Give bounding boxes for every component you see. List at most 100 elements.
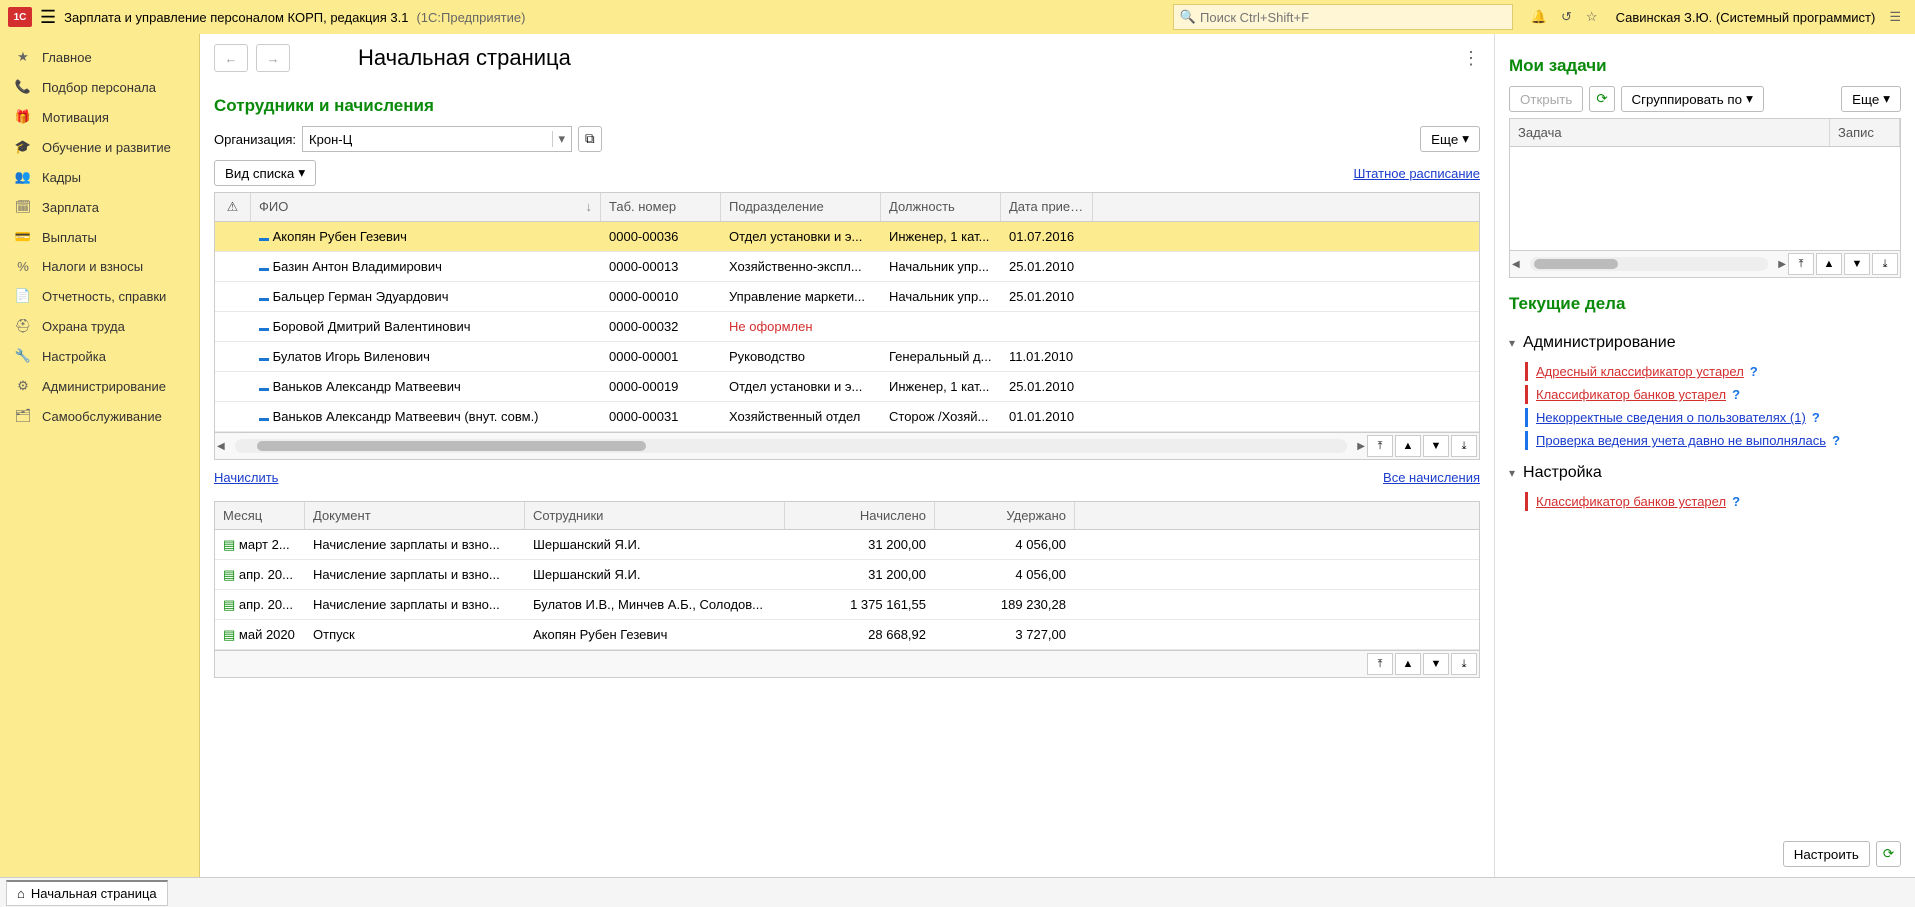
bell-icon[interactable]: 🔔	[1531, 9, 1547, 25]
todo-category[interactable]: ▾Администрирование	[1509, 334, 1901, 352]
all-accruals-link[interactable]: Все начисления	[1383, 470, 1480, 485]
sidebar-item[interactable]: ⛑Охрана труда	[0, 311, 199, 341]
col-warn[interactable]: ⚠	[215, 193, 251, 221]
cell-tab: 0000-00013	[601, 255, 721, 278]
sidebar-item[interactable]: %Налоги и взносы	[0, 252, 199, 281]
table-row[interactable]: ▤ апр. 20...Начисление зарплаты и взно..…	[215, 590, 1479, 620]
user-label[interactable]: Савинская З.Ю. (Системный программист)	[1616, 10, 1876, 25]
nav-down-button[interactable]: ▼	[1423, 653, 1449, 675]
sidebar-item[interactable]: 📞Подбор персонала	[0, 72, 199, 102]
view-mode-button[interactable]: Вид списка ▾	[214, 160, 316, 186]
doc-icon: ▤	[223, 567, 235, 582]
group-by-button[interactable]: Сгруппировать по ▾	[1621, 86, 1764, 112]
table-row[interactable]: ▬ Боровой Дмитрий Валентинович0000-00032…	[215, 312, 1479, 342]
nav-up-button[interactable]: ▲	[1395, 435, 1421, 457]
search-box[interactable]: 🔍	[1173, 4, 1513, 30]
sidebar-item[interactable]: 🗓Зарплата	[0, 192, 199, 222]
todo-link[interactable]: Некорректные сведения о пользователях (1…	[1536, 410, 1806, 425]
kebab-icon[interactable]: ⋮	[1462, 48, 1480, 69]
nav-back-button[interactable]: ←	[214, 44, 248, 72]
cell-withheld: 189 230,28	[935, 593, 1075, 616]
refresh-button[interactable]: ⟳	[1589, 86, 1614, 112]
search-input[interactable]	[1200, 10, 1506, 25]
nav-last-button[interactable]: ⤓	[1451, 653, 1477, 675]
col-fio[interactable]: ФИО ↓	[251, 193, 601, 221]
nav-last-button[interactable]: ⤓	[1451, 435, 1477, 457]
nav-down-button[interactable]: ▼	[1844, 253, 1870, 275]
todo-link[interactable]: Проверка ведения учета давно не выполнял…	[1536, 433, 1826, 448]
hscrollbar[interactable]	[235, 439, 1348, 453]
menu-icon[interactable]: ☰	[40, 7, 56, 28]
table-row[interactable]: ▬ Акопян Рубен Гезевич0000-00036Отдел ус…	[215, 222, 1479, 252]
col-month[interactable]: Месяц	[215, 502, 305, 529]
nav-first-button[interactable]: ⤒	[1367, 435, 1393, 457]
star-icon[interactable]: ☆	[1586, 9, 1598, 25]
sidebar-item[interactable]: ⚙Администрирование	[0, 371, 199, 401]
org-select[interactable]: Крон-Ц ▾	[302, 126, 572, 152]
table-row[interactable]: ▤ март 2...Начисление зарплаты и взно...…	[215, 530, 1479, 560]
nav-up-button[interactable]: ▲	[1395, 653, 1421, 675]
cell-dep: Хозяйственно-экспл...	[721, 255, 881, 278]
help-icon[interactable]: ?	[1812, 410, 1820, 425]
refresh-button[interactable]: ⟳	[1876, 841, 1901, 867]
more-button[interactable]: Еще ▾	[1841, 86, 1901, 112]
todo-link[interactable]: Адресный классификатор устарел	[1536, 364, 1744, 379]
chevron-down-icon: ▾	[1509, 466, 1515, 480]
nav-up-button[interactable]: ▲	[1816, 253, 1842, 275]
col-dep[interactable]: Подразделение	[721, 193, 881, 221]
help-icon[interactable]: ?	[1832, 433, 1840, 448]
col-accrued[interactable]: Начислено	[785, 502, 935, 529]
help-icon[interactable]: ?	[1750, 364, 1758, 379]
sidebar-item[interactable]: 💳Выплаты	[0, 222, 199, 252]
open-button[interactable]: Открыть	[1509, 86, 1583, 112]
org-open-button[interactable]: ⧉	[578, 126, 602, 152]
todo-category[interactable]: ▾Настройка	[1509, 464, 1901, 482]
nav-first-button[interactable]: ⤒	[1367, 653, 1393, 675]
cell-date: 01.01.2010	[1001, 405, 1093, 428]
record-icon: ▬	[259, 263, 269, 274]
table-row[interactable]: ▤ май 2020ОтпускАкопян Рубен Гезевич28 6…	[215, 620, 1479, 650]
col-doc[interactable]: Документ	[305, 502, 525, 529]
sidebar-item[interactable]: 🗂Самообслуживание	[0, 401, 199, 431]
help-icon[interactable]: ?	[1732, 387, 1740, 402]
sidebar-item[interactable]: 🎓Обучение и развитие	[0, 132, 199, 162]
org-value: Крон-Ц	[309, 132, 352, 147]
table-row[interactable]: ▬ Бальцер Герман Эдуардович0000-00010Упр…	[215, 282, 1479, 312]
nav-first-button[interactable]: ⤒	[1788, 253, 1814, 275]
configure-button[interactable]: Настроить	[1783, 841, 1870, 867]
col-task[interactable]: Задача	[1510, 119, 1830, 146]
sidebar-item[interactable]: 👥Кадры	[0, 162, 199, 192]
todo-link[interactable]: Классификатор банков устарел	[1536, 494, 1726, 509]
todo-link[interactable]: Классификатор банков устарел	[1536, 387, 1726, 402]
help-icon[interactable]: ?	[1732, 494, 1740, 509]
footer-tab-home[interactable]: ⌂ Начальная страница	[6, 880, 168, 906]
sidebar-item[interactable]: 🎁Мотивация	[0, 102, 199, 132]
table-row[interactable]: ▬ Булатов Игорь Виленович0000-00001Руков…	[215, 342, 1479, 372]
chevron-down-icon[interactable]: ▾	[552, 131, 566, 147]
sidebar-item[interactable]: 🔧Настройка	[0, 341, 199, 371]
col-withheld[interactable]: Удержано	[935, 502, 1075, 529]
cell-accrued: 31 200,00	[785, 533, 935, 556]
nav-fwd-button[interactable]: →	[256, 44, 290, 72]
sidebar-item[interactable]: ★Главное	[0, 42, 199, 72]
sidebar-label: Самообслуживание	[42, 409, 162, 424]
col-tab[interactable]: Таб. номер	[601, 193, 721, 221]
col-emp[interactable]: Сотрудники	[525, 502, 785, 529]
col-pos[interactable]: Должность	[881, 193, 1001, 221]
col-written[interactable]: Запис	[1830, 119, 1900, 146]
table-row[interactable]: ▬ Ваньков Александр Матвеевич (внут. сов…	[215, 402, 1479, 432]
table-row[interactable]: ▬ Базин Антон Владимирович0000-00013Хозя…	[215, 252, 1479, 282]
col-date[interactable]: Дата приема	[1001, 193, 1093, 221]
staffing-link[interactable]: Штатное расписание	[1353, 166, 1480, 181]
nav-last-button[interactable]: ⤓	[1872, 253, 1898, 275]
history-icon[interactable]: ↺	[1561, 9, 1572, 25]
table-row[interactable]: ▬ Ваньков Александр Матвеевич0000-00019О…	[215, 372, 1479, 402]
settings-icon[interactable]: ☰	[1889, 9, 1901, 25]
accrue-link[interactable]: Начислить	[214, 470, 278, 485]
hscrollbar[interactable]	[1530, 257, 1769, 271]
more-button[interactable]: Еще ▾	[1420, 126, 1480, 152]
nav-down-button[interactable]: ▼	[1423, 435, 1449, 457]
table-row[interactable]: ▤ апр. 20...Начисление зарплаты и взно..…	[215, 560, 1479, 590]
sidebar-item[interactable]: 📄Отчетность, справки	[0, 281, 199, 311]
topbar-icons: 🔔 ↺ ☆	[1531, 9, 1598, 25]
